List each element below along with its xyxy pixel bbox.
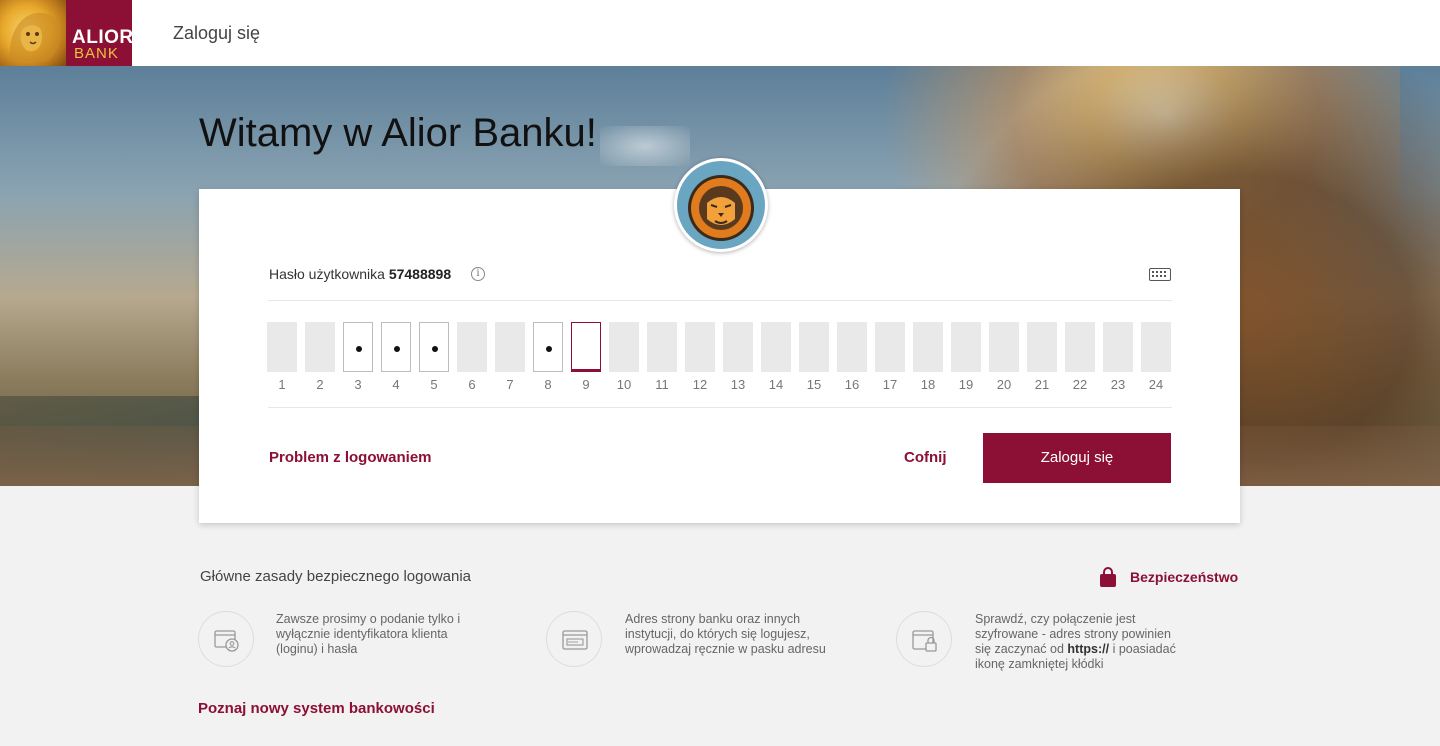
password-char-field[interactable] — [571, 322, 601, 372]
password-position-label: 7 — [506, 377, 514, 392]
divider-top — [268, 300, 1172, 301]
password-char-field — [1141, 322, 1171, 372]
password-position-label: 24 — [1148, 377, 1164, 392]
password-position-label: 11 — [655, 377, 669, 392]
password-char-field[interactable] — [419, 322, 449, 372]
password-position-label: 12 — [692, 377, 708, 392]
password-position-label: 4 — [392, 377, 400, 392]
password-position-label: 17 — [882, 377, 898, 392]
hero-cloud — [600, 126, 690, 166]
password-char-field — [989, 322, 1019, 372]
divider-bottom — [268, 407, 1172, 408]
logo-text-bank: BANK — [74, 45, 119, 62]
password-position-label: 6 — [468, 377, 476, 392]
page-title: Zaloguj się — [173, 23, 261, 43]
password-char-field — [647, 322, 677, 372]
security-link-label: Bezpieczeństwo — [1130, 569, 1239, 585]
tip-https-text: Sprawdź, czy połączenie jest szyfrowane … — [975, 612, 1190, 672]
password-position-label: 1 — [278, 377, 286, 392]
password-char-field — [951, 322, 981, 372]
password-char-field — [1103, 322, 1133, 372]
password-position-label: 5 — [430, 377, 438, 392]
password-char-field[interactable] — [533, 322, 563, 372]
password-position-label: 15 — [806, 377, 822, 392]
password-position-label: 23 — [1110, 377, 1126, 392]
password-position-label: 3 — [354, 377, 362, 392]
login-button[interactable]: Zaloguj się — [983, 433, 1171, 483]
password-position-label: 8 — [544, 377, 552, 392]
password-position-label: 2 — [316, 377, 324, 392]
password-char-field — [913, 322, 943, 372]
address-bar-icon — [546, 611, 602, 667]
password-position-label: 20 — [996, 377, 1012, 392]
alior-bank-logo[interactable]: ALIOR BANK — [0, 0, 132, 66]
password-char-field — [761, 322, 791, 372]
password-char-field[interactable] — [343, 322, 373, 372]
password-char-field — [1065, 322, 1095, 372]
virtual-keyboard-icon[interactable] — [1149, 268, 1171, 281]
user-avatar — [674, 158, 768, 252]
password-char-field — [305, 322, 335, 372]
lock-icon — [1100, 567, 1116, 587]
new-banking-system-link[interactable]: Poznaj nowy system bankowości — [198, 700, 435, 717]
password-char-field — [799, 322, 829, 372]
id-card-icon — [198, 611, 254, 667]
password-position-label: 21 — [1034, 377, 1050, 392]
password-position-label: 18 — [920, 377, 936, 392]
back-link[interactable]: Cofnij — [904, 449, 947, 466]
password-char-field — [1027, 322, 1057, 372]
lion-avatar-icon — [688, 175, 754, 241]
password-char-field — [495, 322, 525, 372]
password-position-label: 22 — [1072, 377, 1088, 392]
tip-login-text: Zawsze prosimy o podanie tylko i wyłączn… — [276, 612, 461, 656]
password-position-label: 14 — [768, 377, 784, 392]
password-position-label: 10 — [616, 377, 632, 392]
password-label-text: Hasło użytkownika — [269, 266, 385, 282]
password-label: Hasło użytkownika 57488898 — [269, 266, 451, 282]
password-char-field — [267, 322, 297, 372]
masked-char-dot — [394, 346, 400, 352]
password-char-field — [685, 322, 715, 372]
password-position-label: 19 — [958, 377, 974, 392]
password-char-field — [457, 322, 487, 372]
password-position-label: 16 — [844, 377, 860, 392]
masked-char-dot — [356, 346, 362, 352]
tip-address-text: Adres strony banku oraz innych instytucj… — [625, 612, 826, 656]
https-label: https:// — [1067, 642, 1110, 656]
user-id: 57488898 — [388, 266, 452, 282]
secure-page-icon — [896, 611, 952, 667]
login-problem-link[interactable]: Problem z logowaniem — [269, 449, 432, 466]
masked-char-dot — [432, 346, 438, 352]
password-position-label: 9 — [582, 377, 590, 392]
password-position-label: 13 — [730, 377, 746, 392]
top-bar: ALIOR BANK Zaloguj się — [0, 0, 1440, 66]
security-rules-title: Główne zasady bezpiecznego logowania — [200, 568, 472, 585]
password-char-field — [875, 322, 905, 372]
password-char-field[interactable] — [381, 322, 411, 372]
masked-char-dot — [546, 346, 552, 352]
password-char-field — [723, 322, 753, 372]
password-char-field — [609, 322, 639, 372]
info-icon[interactable]: i — [471, 267, 485, 281]
password-char-field — [837, 322, 867, 372]
welcome-heading: Witamy w Alior Banku! — [199, 111, 597, 155]
lion-logo-icon — [0, 0, 66, 66]
